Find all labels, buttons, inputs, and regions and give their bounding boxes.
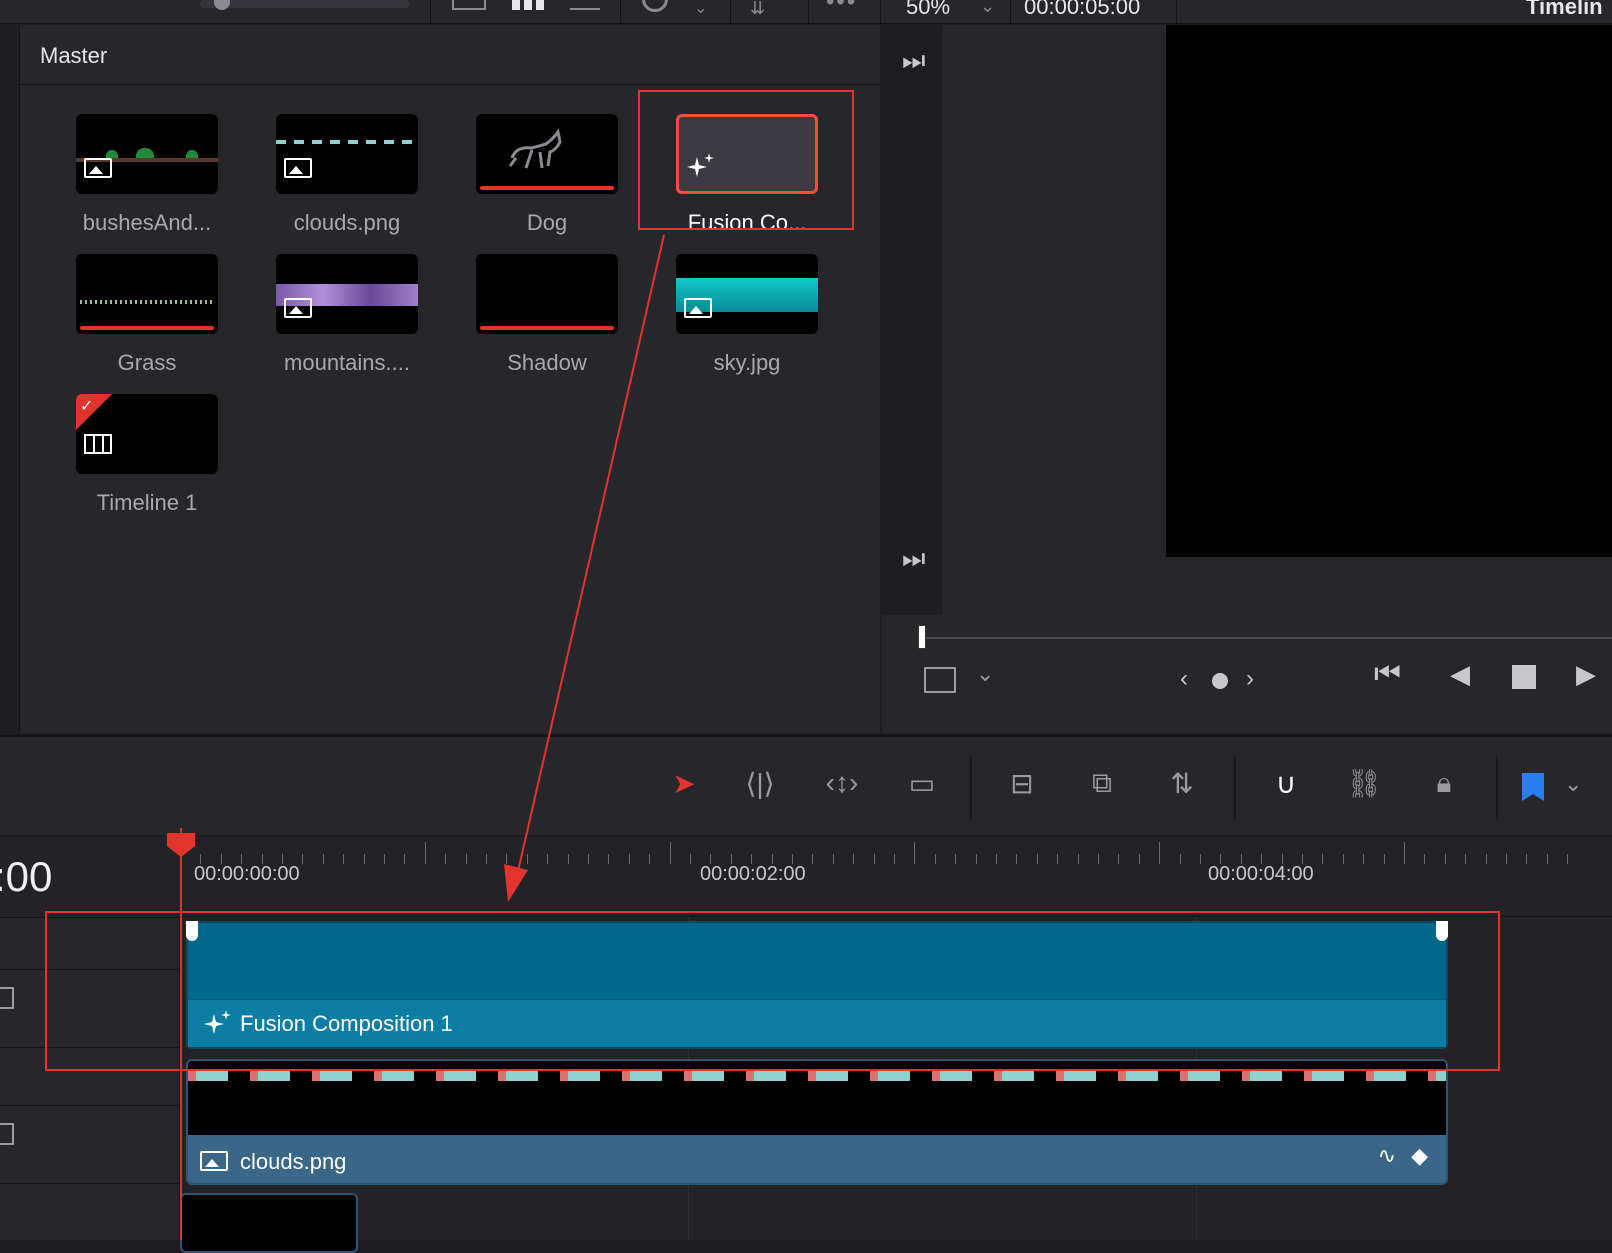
drag-arrow <box>504 234 665 902</box>
